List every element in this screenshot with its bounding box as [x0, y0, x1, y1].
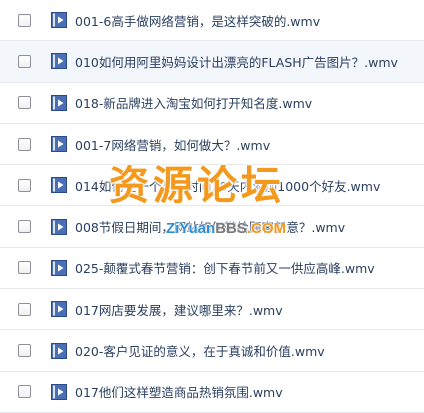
file-name[interactable]: 017网店要发展，建议哪里来？.wmv	[75, 300, 283, 319]
file-row[interactable]: 020-客户见证的意义，在于真诚和价值.wmv	[0, 330, 424, 372]
row-checkbox[interactable]	[18, 178, 31, 192]
row-checkbox[interactable]	[18, 385, 31, 399]
file-row[interactable]: 018-新品牌进入淘宝如何打开知名度.wmv	[0, 82, 424, 124]
row-checkbox[interactable]	[18, 344, 31, 358]
file-name[interactable]: 017他们这样塑造商品热销氛围.wmv	[75, 382, 283, 401]
file-name[interactable]: 001-7网络营销，如何做大？.wmv	[75, 135, 270, 154]
video-file-icon	[51, 53, 67, 70]
row-checkbox[interactable]	[18, 13, 31, 27]
file-name[interactable]: 010如何用阿里妈妈设计出漂亮的FLASH广告图片？.wmv	[75, 52, 398, 71]
watermark-url-part: ZiYuan	[166, 220, 216, 237]
file-name[interactable]: 025-颠覆式春节营销：创下春节前又一供应高峰.wmv	[75, 258, 375, 277]
watermark-url: ZiYuanBBS.COM	[166, 221, 286, 236]
file-row[interactable]: 025-颠覆式春节营销：创下春节前又一供应高峰.wmv	[0, 247, 424, 290]
file-row[interactable]: 001-6高手做网络营销，是这样突破的.wmv	[0, 0, 424, 42]
video-file-icon	[51, 259, 67, 276]
row-checkbox[interactable]	[18, 302, 31, 316]
video-file-icon	[51, 383, 67, 400]
row-checkbox[interactable]	[18, 96, 31, 110]
file-row[interactable]: 001-7网络营销，如何做大？.wmv	[0, 123, 424, 166]
video-file-icon	[51, 177, 67, 194]
file-row[interactable]: 017他们这样塑造商品热销氛围.wmv	[0, 371, 424, 413]
row-checkbox[interactable]	[18, 137, 31, 151]
video-file-icon	[51, 342, 67, 359]
video-file-icon	[51, 301, 67, 318]
watermark-title: 资源论坛	[109, 162, 285, 209]
row-checkbox[interactable]	[18, 220, 31, 234]
file-row[interactable]: 017网店要发展，建议哪里来？.wmv	[0, 289, 424, 331]
video-file-icon	[51, 218, 67, 235]
video-file-icon	[51, 136, 67, 153]
file-name[interactable]: 001-6高手做网络营销，是这样突破的.wmv	[75, 11, 320, 30]
row-checkbox[interactable]	[18, 54, 31, 68]
file-row[interactable]: 010如何用阿里妈妈设计出漂亮的FLASH广告图片？.wmv	[0, 41, 424, 83]
file-name[interactable]: 018-新品牌进入淘宝如何打开知名度.wmv	[75, 93, 312, 112]
watermark-url-part: .COM	[246, 220, 287, 237]
file-name[interactable]: 020-客户见证的意义，在于真诚和价值.wmv	[75, 341, 325, 360]
watermark-url-part: BBS	[215, 220, 247, 237]
row-checkbox[interactable]	[18, 261, 31, 275]
video-file-icon	[51, 12, 67, 29]
video-file-icon	[51, 94, 67, 111]
